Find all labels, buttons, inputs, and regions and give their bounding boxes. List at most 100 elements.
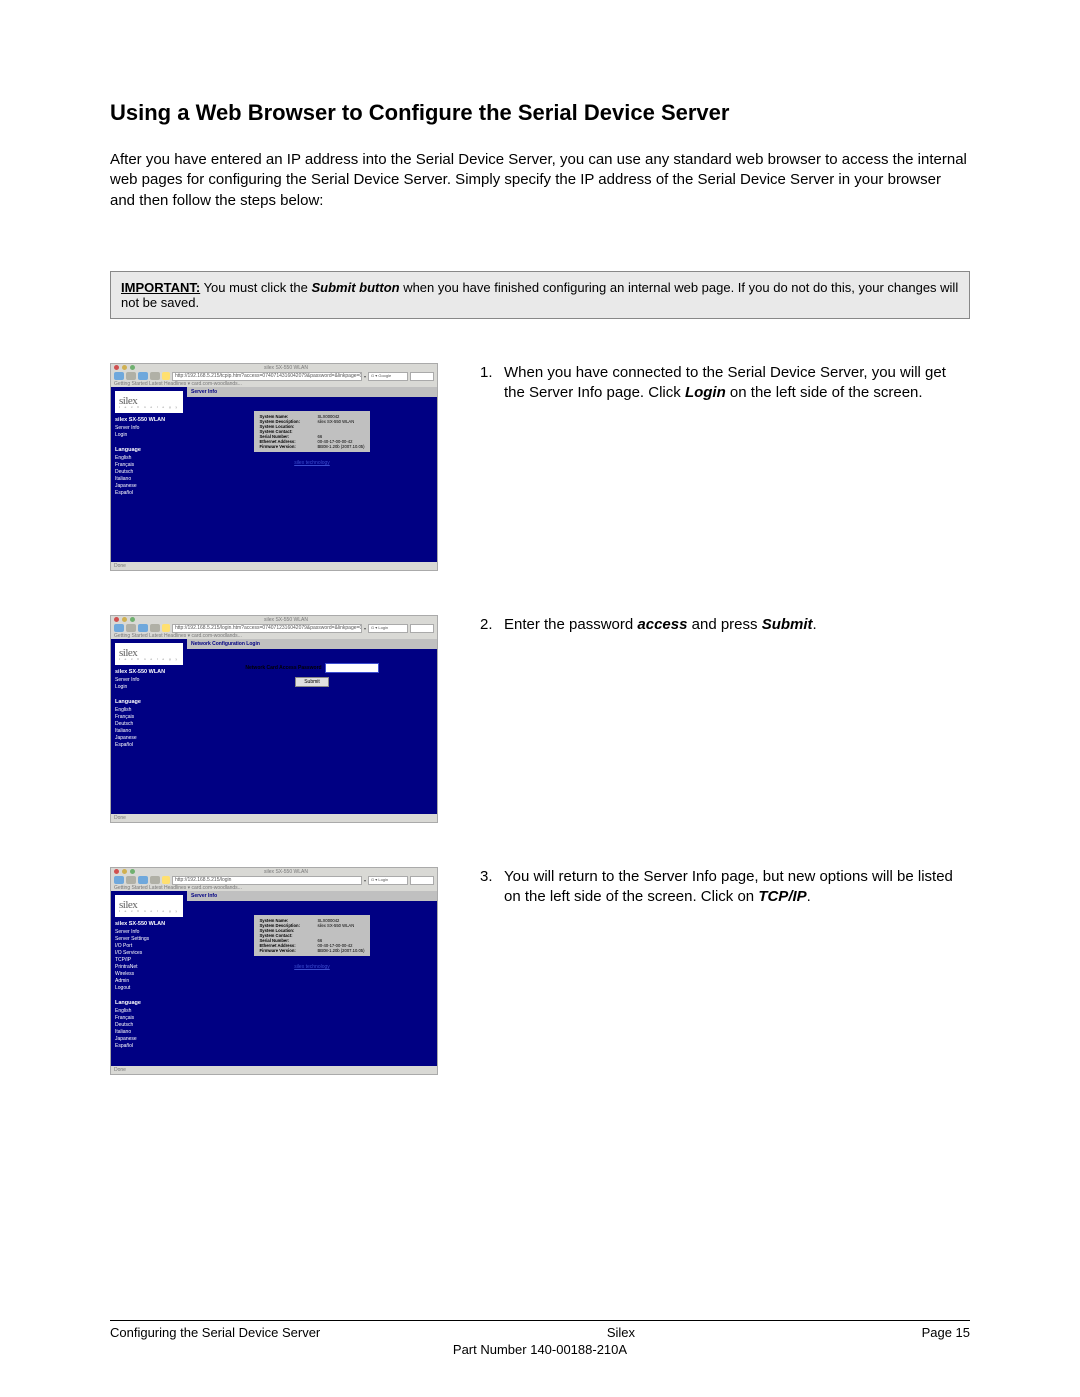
window-min-icon[interactable] [122,365,127,370]
main-panel-title: Server Info [187,387,437,397]
server-info-table: System Name:SLX000042System Description:… [254,411,369,452]
browser-status-bar: Done [111,562,437,570]
login-password-label: Network Card Access Password [245,665,321,671]
silex-footer-link[interactable]: silex technology [294,964,330,970]
sidebar-language-link[interactable]: Deutsch [115,721,183,727]
browser-search-field[interactable] [410,624,434,633]
sidebar-language-link[interactable]: Japanese [115,1036,183,1042]
sidebar-language-label: Language [115,447,183,453]
sidebar-language-link[interactable]: Español [115,742,183,748]
browser-titlebar: silex SX-550 WLAN [111,616,437,624]
device-main-area: Server Info System Name:SLX000042System D… [187,891,437,1066]
sidebar-device-title: silex SX-550 WLAN [115,669,183,675]
sidebar-link[interactable]: I/O Port [115,943,183,949]
login-submit-button[interactable]: Submit [295,677,329,687]
sidebar-language-link[interactable]: Italiano [115,728,183,734]
browser-window-title: silex SX-550 WLAN [138,365,434,371]
window-min-icon[interactable] [122,869,127,874]
bookmark-icon[interactable] [162,372,170,380]
sidebar-language-link[interactable]: Deutsch [115,1022,183,1028]
nav-back-icon[interactable] [114,876,124,884]
address-bar[interactable]: http://192.168.5.215/login.htm?access=07… [172,624,362,633]
sidebar-language-label: Language [115,699,183,705]
silex-logo: silext e c h n o l o g y [115,391,183,413]
sidebar-link[interactable]: Login [115,684,183,690]
nav-back-icon[interactable] [114,372,124,380]
intro-paragraph: After you have entered an IP address int… [110,150,970,211]
browser-screenshot: silex SX-550 WLANhttp://192.168.5.215/lo… [110,615,438,823]
nav-forward-icon[interactable] [126,372,136,380]
nav-reload-icon[interactable] [138,624,148,632]
sidebar-language-link[interactable]: Français [115,462,183,468]
bookmark-icon[interactable] [162,876,170,884]
sidebar-language-link[interactable]: Japanese [115,483,183,489]
server-info-table: System Name:SLX000042System Description:… [254,915,369,956]
sidebar-link[interactable]: Server Info [115,425,183,431]
step-number: 2. [480,615,504,635]
window-max-icon[interactable] [130,617,135,622]
sidebar-link[interactable]: PrintraNet [115,964,183,970]
sidebar-language-link[interactable]: English [115,455,183,461]
sidebar-link[interactable]: Server Info [115,929,183,935]
step-body: Enter the password access and press Subm… [504,615,970,635]
nav-reload-icon[interactable] [138,372,148,380]
search-engine-field[interactable]: G ▾ Google [368,372,408,381]
main-panel-title: Network Configuration Login [187,639,437,649]
nav-back-icon[interactable] [114,624,124,632]
browser-screenshot: silex SX-550 WLANhttp://192.168.5.215/lo… [110,867,438,1075]
sidebar-link[interactable]: I/O Services [115,950,183,956]
main-panel-title: Server Info [187,891,437,901]
footer-part-number: Part Number 140-00188-210A [110,1342,970,1357]
sidebar-link[interactable]: Admin [115,978,183,984]
server-info-row: Firmware Version:BB08-1.20b (2007.10.05) [259,948,364,953]
sidebar-link[interactable]: Login [115,432,183,438]
window-min-icon[interactable] [122,617,127,622]
address-bar[interactable]: http://192.168.5.215/tcpip.htm?access=07… [172,372,362,381]
browser-window-title: silex SX-550 WLAN [138,869,434,875]
silex-logo: silext e c h n o l o g y [115,895,183,917]
sidebar-link[interactable]: Logout [115,985,183,991]
address-bar[interactable]: http://192.168.5.215/login [172,876,362,885]
sidebar-link[interactable]: Server Info [115,677,183,683]
sidebar-language-link[interactable]: Français [115,1015,183,1021]
login-password-input[interactable] [325,663,379,673]
window-max-icon[interactable] [130,365,135,370]
nav-forward-icon[interactable] [126,876,136,884]
search-engine-field[interactable]: G ▾ Login [368,876,408,885]
sidebar-language-link[interactable]: English [115,707,183,713]
nav-forward-icon[interactable] [126,624,136,632]
browser-titlebar: silex SX-550 WLAN [111,364,437,372]
instruction-step: silex SX-550 WLANhttp://192.168.5.215/tc… [110,363,970,571]
sidebar-language-link[interactable]: Italiano [115,1029,183,1035]
browser-status-bar: Done [111,1066,437,1074]
sidebar-language-label: Language [115,1000,183,1006]
sidebar-language-link[interactable]: English [115,1008,183,1014]
browser-search-field[interactable] [410,876,434,885]
sidebar-language-link[interactable]: Español [115,490,183,496]
silex-footer-link[interactable]: silex technology [294,460,330,466]
window-close-icon[interactable] [114,365,119,370]
step-number: 3. [480,867,504,908]
window-max-icon[interactable] [130,869,135,874]
nav-home-icon[interactable] [150,624,160,632]
sidebar-language-link[interactable]: Español [115,1043,183,1049]
sidebar-language-link[interactable]: Français [115,714,183,720]
device-sidebar: silext e c h n o l o g ysilex SX-550 WLA… [111,387,187,562]
sidebar-language-link[interactable]: Japanese [115,735,183,741]
sidebar-link[interactable]: Server Settings [115,936,183,942]
browser-screenshot: silex SX-550 WLANhttp://192.168.5.215/tc… [110,363,438,571]
browser-search-field[interactable] [410,372,434,381]
important-notice: IMPORTANT: You must click the Submit but… [110,271,970,319]
nav-reload-icon[interactable] [138,876,148,884]
sidebar-link[interactable]: TCP/IP [115,957,183,963]
search-engine-field[interactable]: G ▾ Login [368,624,408,633]
nav-home-icon[interactable] [150,876,160,884]
window-close-icon[interactable] [114,869,119,874]
window-close-icon[interactable] [114,617,119,622]
sidebar-language-link[interactable]: Deutsch [115,469,183,475]
sidebar-language-link[interactable]: Italiano [115,476,183,482]
nav-home-icon[interactable] [150,372,160,380]
bookmark-icon[interactable] [162,624,170,632]
sidebar-link[interactable]: Wireless [115,971,183,977]
device-main-area: Network Configuration Login Network Card … [187,639,437,814]
